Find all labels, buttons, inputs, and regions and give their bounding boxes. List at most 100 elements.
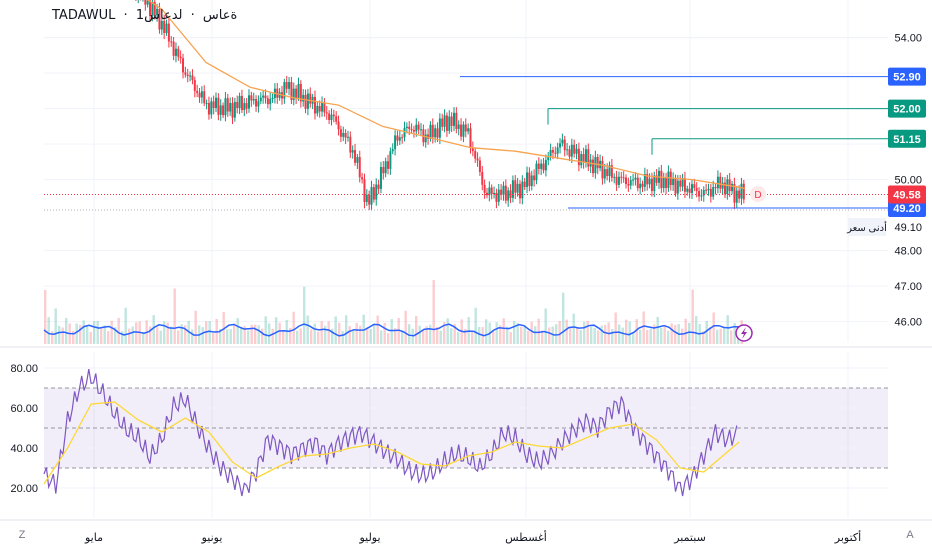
volume-bar — [166, 322, 169, 344]
candle-body — [266, 98, 269, 105]
price-label: 51.15 — [893, 134, 921, 146]
volume-bar — [376, 315, 379, 344]
candle-body — [617, 176, 620, 185]
candle-body — [627, 184, 630, 186]
price-axis-tick: 46.00 — [894, 317, 922, 329]
candle-body — [330, 114, 333, 120]
volume-bar — [159, 330, 162, 344]
candle-body — [667, 171, 670, 188]
trading-chart[interactable]: 52.90 52.00 51.15 49.20 49.58 D 46.00 47.00 48.0… — [0, 0, 932, 550]
candle-body — [485, 192, 488, 196]
volume-bar — [478, 327, 481, 344]
volume-bar — [236, 318, 239, 344]
volume-bar — [649, 328, 652, 344]
volume-bar — [117, 317, 120, 344]
candle-body — [443, 115, 446, 127]
volume-bar — [579, 329, 582, 344]
volume-bar — [58, 325, 61, 344]
candle-body — [193, 80, 196, 91]
candle-body — [179, 56, 182, 59]
candle-body — [365, 194, 368, 202]
volume-bar — [530, 321, 533, 344]
candle-body — [174, 48, 177, 56]
volume-bar — [576, 327, 579, 344]
volume-bar — [586, 320, 589, 344]
candle-body — [700, 195, 703, 197]
volume-bar — [47, 317, 50, 344]
candle-body — [382, 166, 385, 174]
candle-body — [384, 161, 387, 174]
candle-body — [665, 177, 668, 188]
candle-body — [483, 184, 486, 193]
candle-body — [735, 190, 738, 203]
candle-body — [707, 188, 710, 191]
candle-body — [476, 158, 479, 161]
volume-bar — [86, 326, 89, 344]
volume-bar — [44, 290, 47, 344]
candle-body — [264, 95, 267, 99]
volume-bar — [569, 327, 572, 344]
candle-body — [573, 144, 576, 154]
rsi-axis-tick: 20.00 — [10, 483, 38, 495]
volume-bar — [614, 312, 617, 344]
candle-body — [493, 192, 496, 195]
candle-body — [556, 147, 559, 154]
separator-dot: · — [123, 8, 128, 23]
corner-letter-left: Z — [19, 529, 26, 541]
candle-body — [358, 157, 361, 178]
volume-bar — [611, 328, 614, 344]
candle-body — [351, 150, 354, 153]
candle-body — [592, 159, 595, 174]
candle-body — [401, 137, 404, 139]
volume-bar — [373, 324, 376, 344]
candle-body — [212, 101, 215, 108]
volume-bar — [191, 329, 194, 344]
candle-body — [460, 124, 463, 137]
volume-bar — [691, 289, 694, 344]
candle-body — [570, 144, 573, 157]
volume-bar — [156, 327, 159, 344]
candle-body — [172, 41, 175, 56]
volume-bar — [548, 327, 551, 344]
volume-bar — [600, 325, 603, 344]
volume-bar — [201, 327, 204, 344]
price-label: 52.00 — [893, 104, 921, 116]
candle-body — [247, 95, 250, 109]
volume-bar — [254, 324, 257, 344]
candle-body — [219, 105, 222, 115]
candle-body — [528, 172, 531, 187]
volume-bar — [177, 330, 180, 344]
volume-bar — [369, 329, 372, 344]
candle-body — [238, 95, 241, 109]
price-axis-tick: 48.00 — [894, 246, 922, 258]
candle-body — [262, 95, 265, 98]
volume-bar — [583, 321, 586, 344]
candle-body — [349, 136, 352, 153]
candle-body — [309, 93, 312, 104]
volume-bar — [345, 315, 348, 344]
volume-bar — [422, 330, 425, 344]
volume-bar — [173, 288, 176, 344]
volume-bar — [299, 328, 302, 344]
volume-bar — [380, 330, 383, 344]
candle-body — [688, 188, 691, 193]
candle-body — [203, 91, 206, 104]
candle-body — [719, 176, 722, 189]
volume-bar — [366, 328, 369, 344]
chart-canvas[interactable]: 52.90 52.00 51.15 49.2049.58 D 46.00 47.00 48.0… — [0, 0, 932, 550]
candle-body — [502, 185, 505, 195]
volume-bar — [660, 328, 663, 344]
volume-bar — [688, 322, 691, 344]
volume-bar — [656, 316, 659, 344]
volume-bar — [327, 321, 330, 344]
candle-body — [391, 149, 394, 152]
candle-body — [255, 99, 258, 107]
candle-body — [693, 184, 696, 189]
candle-body — [537, 163, 540, 169]
volume-bar — [306, 315, 309, 344]
name-label: لدعاس — [144, 8, 183, 23]
candle-body — [695, 188, 698, 192]
candle-body — [361, 177, 364, 180]
volume-bar — [264, 316, 267, 344]
candle-body — [632, 179, 635, 181]
